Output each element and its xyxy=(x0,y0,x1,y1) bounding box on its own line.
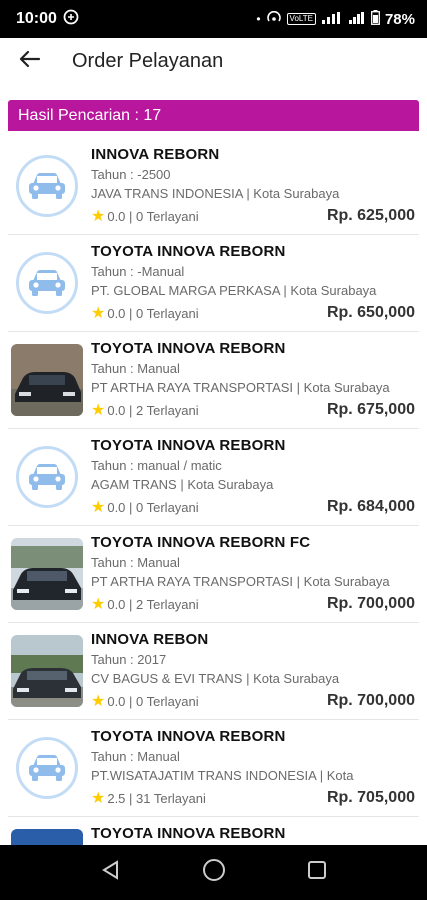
car-icon xyxy=(16,446,78,508)
item-info: INNOVA REBORN Tahun : -2500 JAVA TRANS IN… xyxy=(91,146,419,226)
battery-percent: 78% xyxy=(384,10,415,28)
item-vendor: CV BAGUS & EVI TRANS | Kota Surabaya xyxy=(91,671,340,686)
car-photo xyxy=(11,538,83,610)
item-info: INNOVA REBON Tahun : 2017 CV BAGUS & EVI T… xyxy=(91,631,419,711)
arrow-left-icon xyxy=(19,50,41,73)
item-name: TOYOTA INNOVA REBORN xyxy=(91,243,286,260)
circle-home-icon[interactable] xyxy=(201,857,227,888)
rating-text: 0.0 | 0 Terlayani xyxy=(107,208,199,224)
item-price: Rp. 705,000 xyxy=(326,789,415,806)
item-rating: ★ 0.0 | 2 Terlayani xyxy=(91,400,199,420)
back-button[interactable] xyxy=(0,38,60,84)
item-name: TOYOTA INNOVA REBORN xyxy=(91,728,286,745)
list-item[interactable]: TOYOTA INNOVA REBORN Tahun : Manual PT ART… xyxy=(8,332,419,429)
rating-text: 0.0 | 0 Terlayani xyxy=(107,305,199,321)
item-year: Tahun : 2017 xyxy=(91,652,167,667)
item-bottom-row: ★ 0.0 | 0 Terlayani Rp. 650,000 xyxy=(91,303,415,323)
star-icon: ★ xyxy=(91,693,106,710)
item-info: TOYOTA INNOVA REBORN FC Tahun : Manual PT … xyxy=(91,534,419,614)
item-vendor: PT ARTHA RAYA TRANSPORTASI | Kota Suraba… xyxy=(91,380,390,395)
car-icon xyxy=(16,155,78,217)
list-item[interactable]: TOYOTA INNOVA REBORN Tahun : manual / mat… xyxy=(8,429,419,526)
data-saver-icon xyxy=(63,9,79,29)
page-title: Order Pelayanan xyxy=(72,49,224,72)
item-year: Tahun : Manual xyxy=(91,361,180,376)
star-icon: ★ xyxy=(91,208,106,225)
car-icon xyxy=(16,252,78,314)
item-vendor: PT ARTHA RAYA TRANSPORTASI | Kota Suraba… xyxy=(91,574,390,589)
item-info: TOYOTA INNOVA REBORN Tahun : Manual PT.WIS… xyxy=(91,728,419,808)
system-nav-bar xyxy=(0,845,427,900)
triangle-back-icon[interactable] xyxy=(100,859,122,886)
item-year: Tahun : manual / matic xyxy=(91,458,222,473)
item-info: TOYOTA INNOVA REBORN Tahun : Manual PT ART… xyxy=(91,340,419,420)
item-bottom-row: ★ 0.0 | 0 Terlayani Rp. 700,000 xyxy=(91,691,415,711)
list-item[interactable]: TOYOTA INNOVA REBORN Tahun : Manual PT.WIS… xyxy=(8,720,419,817)
hotspot-icon xyxy=(266,10,282,28)
item-info: TOYOTA INNOVA REBORN Tahun : -Manual PT. G… xyxy=(91,243,419,323)
item-rating: ★ 0.0 | 0 Terlayani xyxy=(91,497,199,517)
star-icon: ★ xyxy=(91,499,106,516)
notification-dot-icon: • xyxy=(256,12,261,26)
rating-text: 2.5 | 31 Terlayani xyxy=(107,790,206,806)
item-name: INNOVA REBORN xyxy=(91,146,220,163)
item-name: TOYOTA INNOVA REBORN xyxy=(91,437,286,454)
item-name: TOYOTA INNOVA REBORN xyxy=(91,825,286,842)
item-price: Rp. 700,000 xyxy=(326,692,415,709)
item-rating: ★ 0.0 | 0 Terlayani xyxy=(91,691,199,711)
star-icon: ★ xyxy=(91,596,106,613)
rating-text: 0.0 | 2 Terlayani xyxy=(107,402,199,418)
car-icon xyxy=(16,737,78,799)
car-photo xyxy=(11,635,83,707)
item-name: INNOVA REBON xyxy=(91,631,209,648)
list-item[interactable]: TOYOTA INNOVA REBORN FC Tahun : Manual PT … xyxy=(8,526,419,623)
star-icon: ★ xyxy=(91,305,106,322)
item-bottom-row: ★ 0.0 | 0 Terlayani Rp. 684,000 xyxy=(91,497,415,517)
signal-icon xyxy=(321,11,343,27)
volte-badge: VoLTE xyxy=(286,13,316,25)
star-icon: ★ xyxy=(91,790,106,807)
rating-text: 0.0 | 0 Terlayani xyxy=(107,499,199,515)
item-price: Rp. 684,000 xyxy=(326,498,415,515)
item-year: Tahun : Manual xyxy=(91,555,180,570)
list-item[interactable]: TOYOTA INNOVA REBORN Tahun : -Manual PT. G… xyxy=(8,235,419,332)
item-year: Tahun : -2500 xyxy=(91,167,171,182)
status-bar: 10:00 • VoLTE 78% xyxy=(0,0,427,38)
rating-text: 0.0 | 2 Terlayani xyxy=(107,596,199,612)
signal-icon-2 xyxy=(348,11,366,27)
search-result-banner: Hasil Pencarian : 17 xyxy=(8,100,419,131)
item-rating: ★ 0.0 | 2 Terlayani xyxy=(91,594,199,614)
item-bottom-row: ★ 2.5 | 31 Terlayani Rp. 705,000 xyxy=(91,788,415,808)
item-price: Rp. 650,000 xyxy=(326,304,415,321)
item-rating: ★ 2.5 | 31 Terlayani xyxy=(91,788,206,808)
item-price: Rp. 625,000 xyxy=(326,207,415,224)
star-icon: ★ xyxy=(91,402,106,419)
item-year: Tahun : -Manual xyxy=(91,264,185,279)
item-bottom-row: ★ 0.0 | 2 Terlayani Rp. 675,000 xyxy=(91,400,415,420)
item-vendor: JAVA TRANS INDONESIA | Kota Surabaya xyxy=(91,186,340,201)
car-photo xyxy=(11,344,83,416)
item-bottom-row: ★ 0.0 | 0 Terlayani Rp. 625,000 xyxy=(91,206,415,226)
item-price: Rp. 675,000 xyxy=(326,401,415,418)
item-year: Tahun : Manual xyxy=(91,749,180,764)
item-vendor: AGAM TRANS | Kota Surabaya xyxy=(91,477,274,492)
list-item[interactable]: INNOVA REBORN Tahun : -2500 JAVA TRANS IN… xyxy=(8,138,419,235)
item-info: TOYOTA INNOVA REBORN Tahun : manual / mat… xyxy=(91,437,419,517)
battery-icon xyxy=(371,10,380,28)
item-name: TOYOTA INNOVA REBORN FC xyxy=(91,534,311,551)
app-bar: Order Pelayanan xyxy=(0,38,427,84)
service-list: INNOVA REBORN Tahun : -2500 JAVA TRANS IN… xyxy=(8,138,419,900)
status-time: 10:00 xyxy=(16,10,57,27)
square-recents-icon[interactable] xyxy=(306,859,328,886)
item-rating: ★ 0.0 | 0 Terlayani xyxy=(91,206,199,226)
item-price: Rp. 700,000 xyxy=(326,595,415,612)
item-vendor: PT. GLOBAL MARGA PERKASA | Kota Surabaya xyxy=(91,283,377,298)
item-vendor: PT.WISATAJATIM TRANS INDONESIA | Kota xyxy=(91,768,354,783)
list-item[interactable]: INNOVA REBON Tahun : 2017 CV BAGUS & EVI T… xyxy=(8,623,419,720)
item-bottom-row: ★ 0.0 | 2 Terlayani Rp. 700,000 xyxy=(91,594,415,614)
item-rating: ★ 0.0 | 0 Terlayani xyxy=(91,303,199,323)
rating-text: 0.0 | 0 Terlayani xyxy=(107,693,199,709)
item-name: TOYOTA INNOVA REBORN xyxy=(91,340,286,357)
